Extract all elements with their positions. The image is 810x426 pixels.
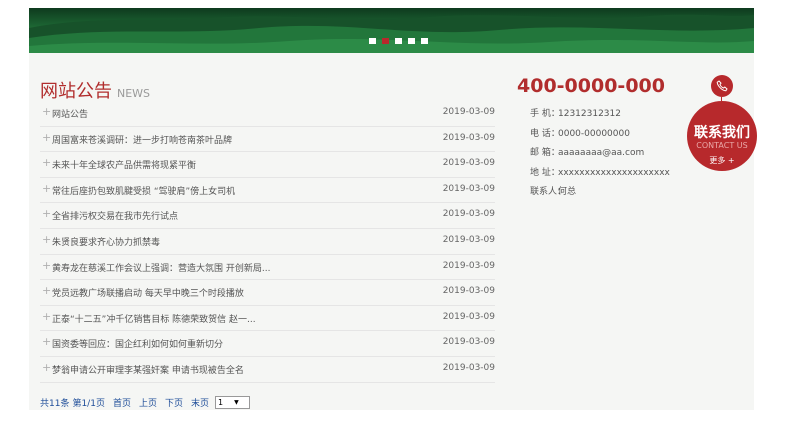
hills-illustration	[29, 14, 754, 53]
slider-dot[interactable]	[369, 38, 376, 44]
news-list: + 网站公告 2019-03-09 + 周国富来苍溪调研：进一步打响苍南茶叶品牌 201…	[40, 101, 495, 383]
list-item: + 朱贤良要求齐心协力抓禁毒 2019-03-09	[40, 229, 495, 255]
contact-row-email: 邮 箱：aaaaaaaa@aa.com	[530, 145, 670, 165]
contact-label: 手 机：	[530, 109, 560, 119]
news-link[interactable]: 网站公告	[52, 107, 422, 120]
news-date: 2019-03-09	[442, 362, 495, 373]
page-select[interactable]: 1 ▼	[215, 396, 250, 409]
list-item: + 未来十年全球农产品供需将现紧平衡 2019-03-09	[40, 152, 495, 178]
news-link[interactable]: 常往后座扔包致肌腱受损 “驾驶肩”傍上女司机	[52, 184, 422, 197]
pagination: 共11条 第1/1页 首页 上页 下页 末页 1 ▼	[40, 396, 250, 409]
plus-icon: +	[42, 105, 52, 118]
slider-dot[interactable]	[421, 38, 428, 44]
page-select-value: 1	[218, 398, 224, 407]
next-page-link[interactable]: 下页	[165, 396, 183, 409]
more-link[interactable]: 更多 +	[687, 155, 757, 166]
contact-value: 何总	[558, 187, 577, 197]
badge-circle: 联系我们 CONTACT US 更多 +	[687, 101, 757, 171]
news-section-title: 网站公告 NEWS	[40, 77, 151, 102]
contact-label: 邮 箱：	[530, 148, 560, 158]
plus-icon: +	[42, 130, 52, 144]
news-date: 2019-03-09	[442, 158, 495, 169]
contact-row-mobile: 手 机：12312312312	[530, 106, 670, 126]
news-date: 2019-03-09	[442, 337, 495, 348]
plus-icon: +	[42, 309, 52, 323]
plus-icon: +	[42, 207, 52, 221]
contact-value: 12312312312	[558, 109, 621, 119]
content-panel: 网站公告 NEWS + 网站公告 2019-03-09 + 周国富来苍溪调研：进一步打响…	[29, 53, 757, 410]
pager-total: 共11条	[40, 399, 70, 409]
hero-banner	[29, 8, 754, 53]
news-link[interactable]: 黄寿龙在慈溪工作会议上强调：营造大氛围 开创新局...	[52, 261, 422, 274]
news-link[interactable]: 党员远教广场联播启动 每天早中晚三个时段播放	[52, 286, 422, 299]
contact-row-person: 联系人：何总	[530, 184, 670, 204]
contact-label: 电 话：	[530, 128, 560, 139]
news-title-cn: 网站公告	[40, 81, 112, 102]
plus-icon: +	[42, 360, 52, 374]
news-link[interactable]: 未来十年全球农产品供需将现紧平衡	[52, 158, 422, 171]
news-link[interactable]: 梦翁申请公开审理李某强奸案 申请书现被告全名	[52, 363, 422, 376]
contact-row-tel: 电 话：0000-00000000	[530, 126, 670, 146]
list-item: + 常往后座扔包致肌腱受损 “驾驶肩”傍上女司机 2019-03-09	[40, 178, 495, 204]
news-link[interactable]: 全省排污权交易在我市先行试点	[52, 209, 422, 222]
last-page-link[interactable]: 末页	[191, 396, 209, 409]
list-item: + 网站公告 2019-03-09	[40, 101, 495, 127]
pager-page-info: 第1/1页	[72, 399, 105, 409]
badge-title-en: CONTACT US	[696, 141, 748, 150]
first-page-link[interactable]: 首页	[113, 396, 131, 409]
plus-icon: +	[42, 335, 52, 349]
plus-icon: +	[42, 284, 52, 298]
slider-dots	[369, 38, 428, 44]
news-link[interactable]: 正泰“十二五”冲千亿销售目标 陈德荣致贺信 赵一...	[52, 312, 422, 325]
news-date: 2019-03-09	[442, 260, 495, 271]
slider-dot-active[interactable]	[382, 38, 389, 44]
prev-page-link[interactable]: 上页	[139, 396, 157, 409]
news-link[interactable]: 朱贤良要求齐心协力抓禁毒	[52, 235, 422, 248]
contact-info: 手 机：12312312312 电 话：0000-00000000 邮 箱：aa…	[530, 106, 670, 204]
news-link[interactable]: 国资委等回应：国企红利如何如何重新切分	[52, 337, 422, 350]
contact-value: 0000-00000000	[558, 128, 630, 139]
hotline-number: 400-0000-000	[517, 75, 665, 97]
list-item: + 黄寿龙在慈溪工作会议上强调：营造大氛围 开创新局... 2019-03-09	[40, 255, 495, 281]
contact-value: xxxxxxxxxxxxxxxxxxxxx	[558, 167, 670, 178]
slider-dot[interactable]	[408, 38, 415, 44]
chevron-down-icon: ▼	[234, 399, 239, 406]
contact-us-badge[interactable]: 联系我们 CONTACT US 更多 +	[687, 75, 757, 175]
list-item: + 全省排污权交易在我市先行试点 2019-03-09	[40, 203, 495, 229]
contact-label: 联系人：	[530, 187, 567, 197]
contact-row-address: 地 址：xxxxxxxxxxxxxxxxxxxxx	[530, 165, 670, 185]
news-link[interactable]: 周国富来苍溪调研：进一步打响苍南茶叶品牌	[52, 133, 422, 146]
news-date: 2019-03-09	[442, 183, 495, 194]
plus-icon: +	[42, 156, 52, 170]
news-date: 2019-03-09	[442, 286, 495, 297]
plus-icon: +	[42, 258, 52, 272]
news-date: 2019-03-09	[442, 311, 495, 322]
badge-title-cn: 联系我们	[694, 125, 750, 141]
list-item: + 国资委等回应：国企红利如何如何重新切分 2019-03-09	[40, 331, 495, 357]
list-item: + 党员远教广场联播启动 每天早中晚三个时段播放 2019-03-09	[40, 280, 495, 306]
news-date: 2019-03-09	[442, 209, 495, 220]
news-title-en: NEWS	[117, 87, 151, 100]
plus-icon: +	[42, 181, 52, 195]
slider-dot[interactable]	[395, 38, 402, 44]
contact-label: 地 址：	[530, 167, 560, 178]
news-date: 2019-03-09	[442, 132, 495, 143]
contact-value: aaaaaaaa@aa.com	[558, 148, 645, 158]
list-item: + 梦翁申请公开审理李某强奸案 申请书现被告全名 2019-03-09	[40, 357, 495, 383]
news-date: 2019-03-09	[442, 234, 495, 245]
plus-icon: +	[42, 232, 52, 246]
news-date: 2019-03-09	[442, 107, 495, 117]
phone-icon	[711, 75, 733, 97]
list-item: + 正泰“十二五”冲千亿销售目标 陈德荣致贺信 赵一... 2019-03-09	[40, 306, 495, 332]
list-item: + 周国富来苍溪调研：进一步打响苍南茶叶品牌 2019-03-09	[40, 127, 495, 153]
